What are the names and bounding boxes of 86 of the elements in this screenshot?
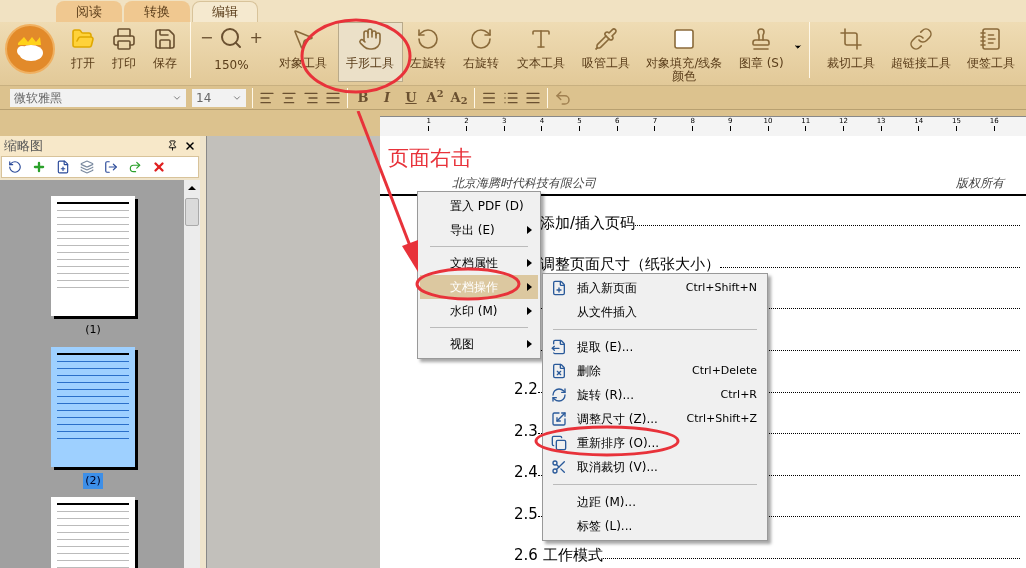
hand-icon bbox=[358, 27, 383, 51]
tool-button[interactable]: 超链接工具 bbox=[886, 22, 957, 82]
crop-icon bbox=[839, 27, 864, 51]
panel-title: 缩略图 bbox=[4, 137, 43, 156]
style-button[interactable]: U bbox=[402, 87, 420, 108]
eyedropper-icon bbox=[593, 27, 618, 51]
toc-entry[interactable]: 2.4 bbox=[514, 461, 538, 484]
page-plus-icon[interactable] bbox=[56, 160, 70, 174]
tool-button[interactable]: 右旋转 bbox=[453, 22, 510, 82]
tool-button[interactable]: 裁切工具 bbox=[816, 22, 887, 82]
crop-x-icon bbox=[551, 459, 567, 475]
layers-icon[interactable] bbox=[80, 160, 94, 174]
resize-page-icon bbox=[551, 411, 567, 427]
tool-button[interactable]: 对象填充/线条颜色 bbox=[639, 22, 730, 82]
tool-button[interactable]: 吸管工具 bbox=[571, 22, 640, 82]
page-x-icon bbox=[551, 363, 567, 379]
app-logo[interactable] bbox=[5, 24, 55, 74]
style-button[interactable]: I bbox=[378, 87, 396, 108]
size-dropdown[interactable]: 14 bbox=[192, 88, 246, 107]
tool-button[interactable]: 左旋转 bbox=[402, 22, 454, 82]
square-icon bbox=[672, 27, 697, 51]
menu-item[interactable]: 文档属性 bbox=[420, 251, 538, 275]
save-icon bbox=[153, 27, 178, 51]
menu-item[interactable]: 标签 (L)... bbox=[543, 514, 767, 538]
page-arrow-icon bbox=[551, 339, 567, 355]
zoom-level: 150% bbox=[214, 57, 249, 74]
page-plus-icon bbox=[551, 280, 567, 296]
toc-entry[interactable]: 2.6 工作模式 bbox=[514, 544, 603, 567]
style-button[interactable]: A$^{2}$ bbox=[426, 87, 444, 108]
zoom-in-button[interactable]: + bbox=[249, 26, 263, 50]
menu-item[interactable]: 从文件插入 bbox=[543, 300, 767, 324]
zoom-out-button[interactable]: − bbox=[200, 26, 214, 50]
rotate-left-icon bbox=[415, 27, 440, 51]
toc-entry[interactable]: 添加/插入页码 bbox=[540, 211, 636, 235]
folder-icon bbox=[71, 27, 96, 51]
zoom-icon bbox=[219, 26, 244, 50]
page-number: (2) bbox=[83, 472, 103, 489]
undo-icon[interactable] bbox=[8, 160, 22, 174]
menu-item[interactable]: 重新排序 (O)... bbox=[543, 431, 767, 455]
pages-icon bbox=[551, 435, 567, 451]
ribbon-tab[interactable]: 编辑 bbox=[192, 1, 258, 22]
toc-entry[interactable]: 2.3 bbox=[514, 419, 538, 442]
pin-icon[interactable] bbox=[167, 140, 178, 151]
font-dropdown[interactable]: 微软雅黑 bbox=[10, 88, 186, 107]
scrollbar[interactable] bbox=[184, 180, 200, 568]
menu-item[interactable]: 删除 Ctrl+Delete bbox=[543, 359, 767, 383]
add-icon[interactable] bbox=[32, 160, 46, 174]
rotate-page-icon bbox=[551, 387, 567, 403]
move-icon[interactable] bbox=[128, 160, 142, 174]
ribbon-tab[interactable]: 转换 bbox=[124, 1, 190, 22]
annotation-text: 页面右击 bbox=[388, 145, 472, 172]
tool-button[interactable]: 文本工具 bbox=[509, 22, 572, 82]
close-icon[interactable] bbox=[184, 140, 196, 152]
menu-item[interactable]: 视图 bbox=[420, 332, 538, 356]
dropdown-caret-icon[interactable] bbox=[793, 42, 804, 52]
page-header-copyright: 版权所有 bbox=[956, 175, 1004, 192]
tool-button[interactable]: 图章 (S) bbox=[729, 22, 794, 82]
page-number: (1) bbox=[84, 322, 102, 338]
toc-entry[interactable]: 2.5 bbox=[514, 502, 538, 526]
ribbon-tab[interactable]: 阅读 bbox=[56, 1, 122, 22]
link-icon bbox=[909, 27, 934, 51]
delete-icon[interactable] bbox=[152, 160, 166, 174]
toc-entry[interactable]: 2.2 bbox=[514, 377, 538, 401]
menu-item[interactable]: 提取 (E)... bbox=[543, 335, 767, 359]
rotate-right-icon bbox=[469, 27, 494, 51]
menu-item[interactable]: 调整尺寸 (Z)... Ctrl+Shift+Z bbox=[543, 407, 767, 431]
style-button[interactable]: A$_{2}$ bbox=[450, 87, 468, 108]
page-thumbnail[interactable] bbox=[51, 346, 135, 467]
tool-button[interactable]: 保存 bbox=[144, 22, 186, 82]
toc-entry[interactable]: 调整页面尺寸（纸张大小） bbox=[540, 253, 720, 276]
tool-button[interactable]: 便签工具 bbox=[956, 22, 1026, 82]
menu-item[interactable]: 插入新页面 Ctrl+Shift+N bbox=[543, 276, 767, 300]
menu-item[interactable]: 导出 (E) bbox=[420, 218, 538, 242]
menu-item[interactable]: 旋转 (R)... Ctrl+R bbox=[543, 383, 767, 407]
export-icon[interactable] bbox=[104, 160, 118, 174]
tool-button[interactable]: 打开 bbox=[63, 22, 104, 82]
pointer-icon bbox=[291, 27, 316, 51]
menu-item[interactable]: 边距 (M)... bbox=[543, 490, 767, 514]
menu-item[interactable]: 水印 (M) bbox=[420, 299, 538, 323]
tool-button[interactable]: 手形工具 bbox=[338, 22, 403, 82]
page-header-company: 北京海腾时代科技有限公司 bbox=[452, 175, 596, 192]
page-thumbnail[interactable] bbox=[51, 196, 135, 316]
printer-icon bbox=[112, 27, 137, 51]
menu-item[interactable]: 取消裁切 (V)... bbox=[543, 455, 767, 479]
menu-item[interactable]: 置入 PDF (D) bbox=[420, 194, 538, 218]
tool-button[interactable]: 打印 bbox=[103, 22, 145, 82]
